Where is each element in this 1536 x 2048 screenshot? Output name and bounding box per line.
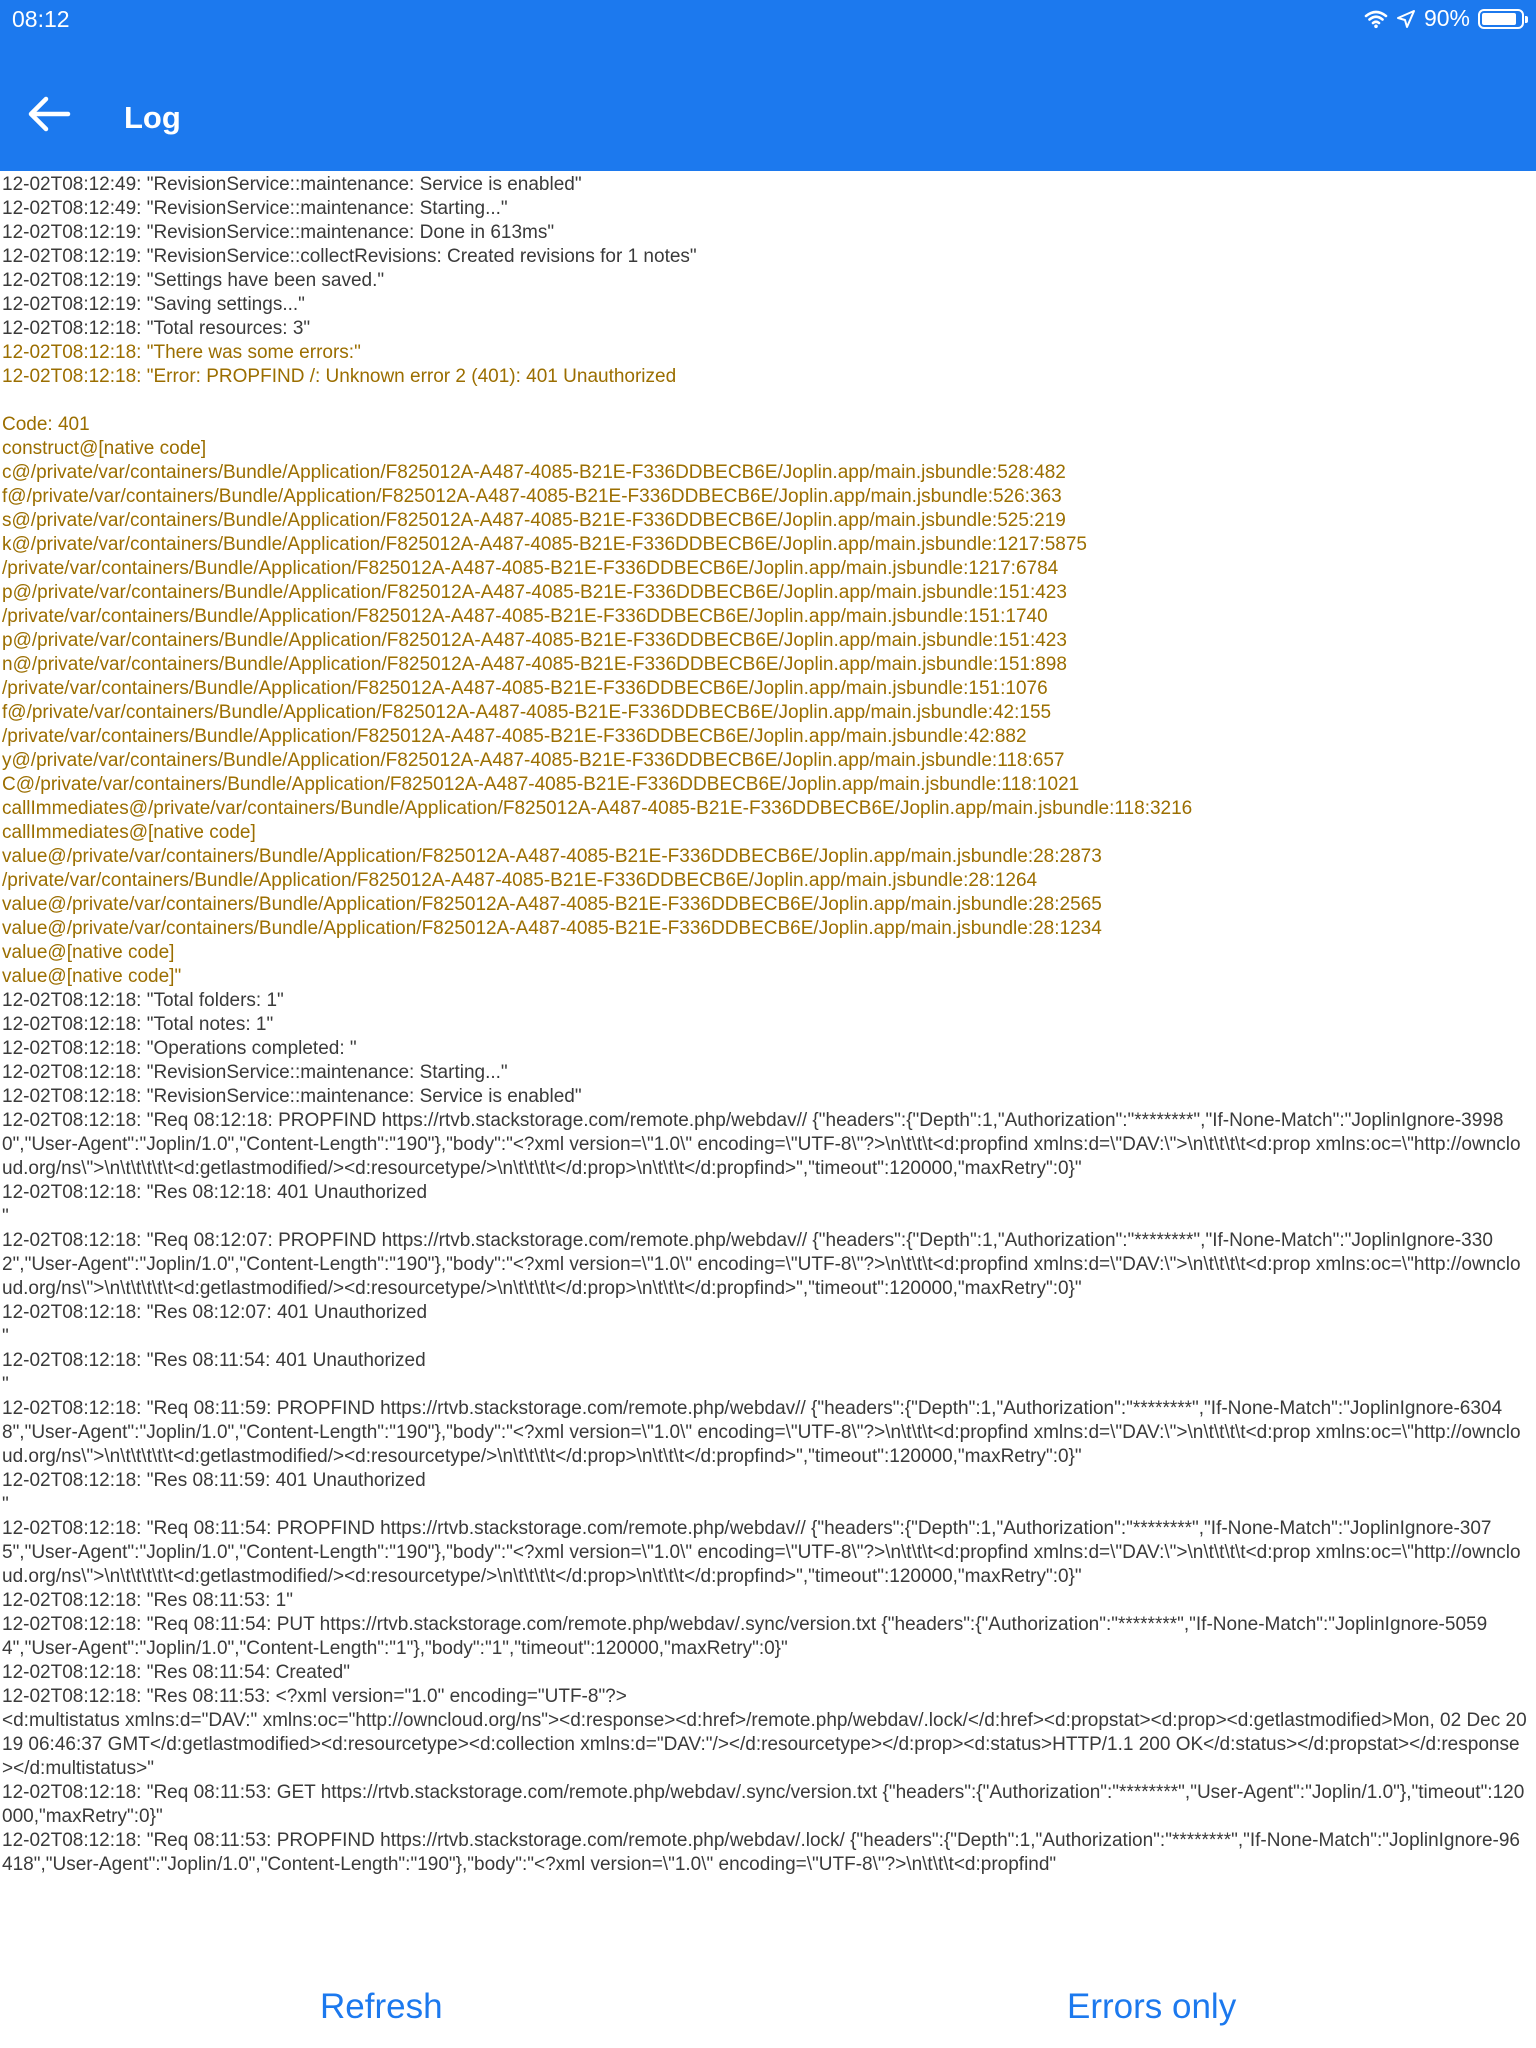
battery-percent: 90%	[1423, 5, 1470, 31]
log-entry: 12-02T08:12:18: "Req 08:11:53: GET https…	[2, 1782, 1525, 1827]
app-header: Log	[0, 40, 1536, 171]
battery-icon	[1478, 8, 1528, 29]
log-entry: 12-02T08:12:18: "RevisionService::mainte…	[2, 1062, 508, 1083]
log-entry: 12-02T08:12:18: "Res 08:11:54: 401 Unaut…	[2, 1350, 426, 1395]
log-entry: 12-02T08:12:49: "RevisionService::mainte…	[2, 174, 582, 195]
log-entry: 12-02T08:12:19: "Settings have been save…	[2, 270, 385, 291]
log-entry: 12-02T08:12:18: "Res 08:11:53: <?xml ver…	[2, 1686, 1527, 1779]
log-entry: 12-02T08:12:18: "Total resources: 3"	[2, 318, 311, 339]
page-title: Log	[124, 100, 181, 135]
log-entry: 12-02T08:12:18: "RevisionService::mainte…	[2, 1086, 582, 1107]
log-entry: 12-02T08:12:19: "Saving settings..."	[2, 294, 305, 315]
log-entry: 12-02T08:12:18: "Req 08:12:18: PROPFIND …	[2, 1110, 1521, 1179]
log-entry: 12-02T08:12:19: "RevisionService::mainte…	[2, 222, 555, 243]
status-bar: 08:12 90%	[0, 0, 1536, 40]
log-entry-error: 12-02T08:12:18: "Error: PROPFIND /: Unkn…	[2, 366, 1193, 987]
log-entry: 12-02T08:12:18: "Res 08:11:54: Created"	[2, 1662, 350, 1683]
log-entry-error: 12-02T08:12:18: "There was some errors:"	[2, 342, 361, 363]
log-entry: 12-02T08:12:18: "Req 08:11:54: PUT https…	[2, 1614, 1488, 1659]
log-entry: 12-02T08:12:18: "Req 08:12:07: PROPFIND …	[2, 1230, 1521, 1299]
status-time: 08:12	[12, 6, 70, 32]
log-entry: 12-02T08:12:18: "Res 08:12:07: 401 Unaut…	[2, 1302, 428, 1347]
arrow-left-icon	[28, 96, 71, 132]
log-entry: 12-02T08:12:18: "Operations completed: "	[2, 1038, 357, 1059]
wifi-icon	[1364, 9, 1388, 29]
refresh-button[interactable]: Refresh	[320, 1987, 443, 2027]
back-button[interactable]	[20, 90, 80, 138]
log-entry: 12-02T08:12:18: "Req 08:11:53: PROPFIND …	[2, 1830, 1520, 1875]
log-list[interactable]: 12-02T08:12:49: "RevisionService::mainte…	[0, 173, 1528, 1981]
log-entry: 12-02T08:12:19: "RevisionService::collec…	[2, 246, 697, 267]
location-arrow-icon	[1396, 9, 1416, 29]
status-indicators: 90%	[1364, 5, 1528, 32]
footer-bar: Refresh Errors only	[0, 1981, 1536, 2048]
errors-only-button[interactable]: Errors only	[1067, 1987, 1236, 2027]
log-entry: 12-02T08:12:18: "Total notes: 1"	[2, 1014, 274, 1035]
log-entry: 12-02T08:12:18: "Req 08:11:59: PROPFIND …	[2, 1398, 1521, 1467]
log-entry: 12-02T08:12:49: "RevisionService::mainte…	[2, 198, 508, 219]
log-entry: 12-02T08:12:18: "Res 08:12:18: 401 Unaut…	[2, 1182, 428, 1227]
battery-level	[1482, 12, 1517, 25]
log-entry: 12-02T08:12:18: "Res 08:11:59: 401 Unaut…	[2, 1470, 426, 1515]
log-entry: 12-02T08:12:18: "Res 08:11:53: 1"	[2, 1590, 293, 1611]
log-entry: 12-02T08:12:18: "Total folders: 1"	[2, 990, 284, 1011]
log-entry: 12-02T08:12:18: "Req 08:11:54: PROPFIND …	[2, 1518, 1521, 1587]
